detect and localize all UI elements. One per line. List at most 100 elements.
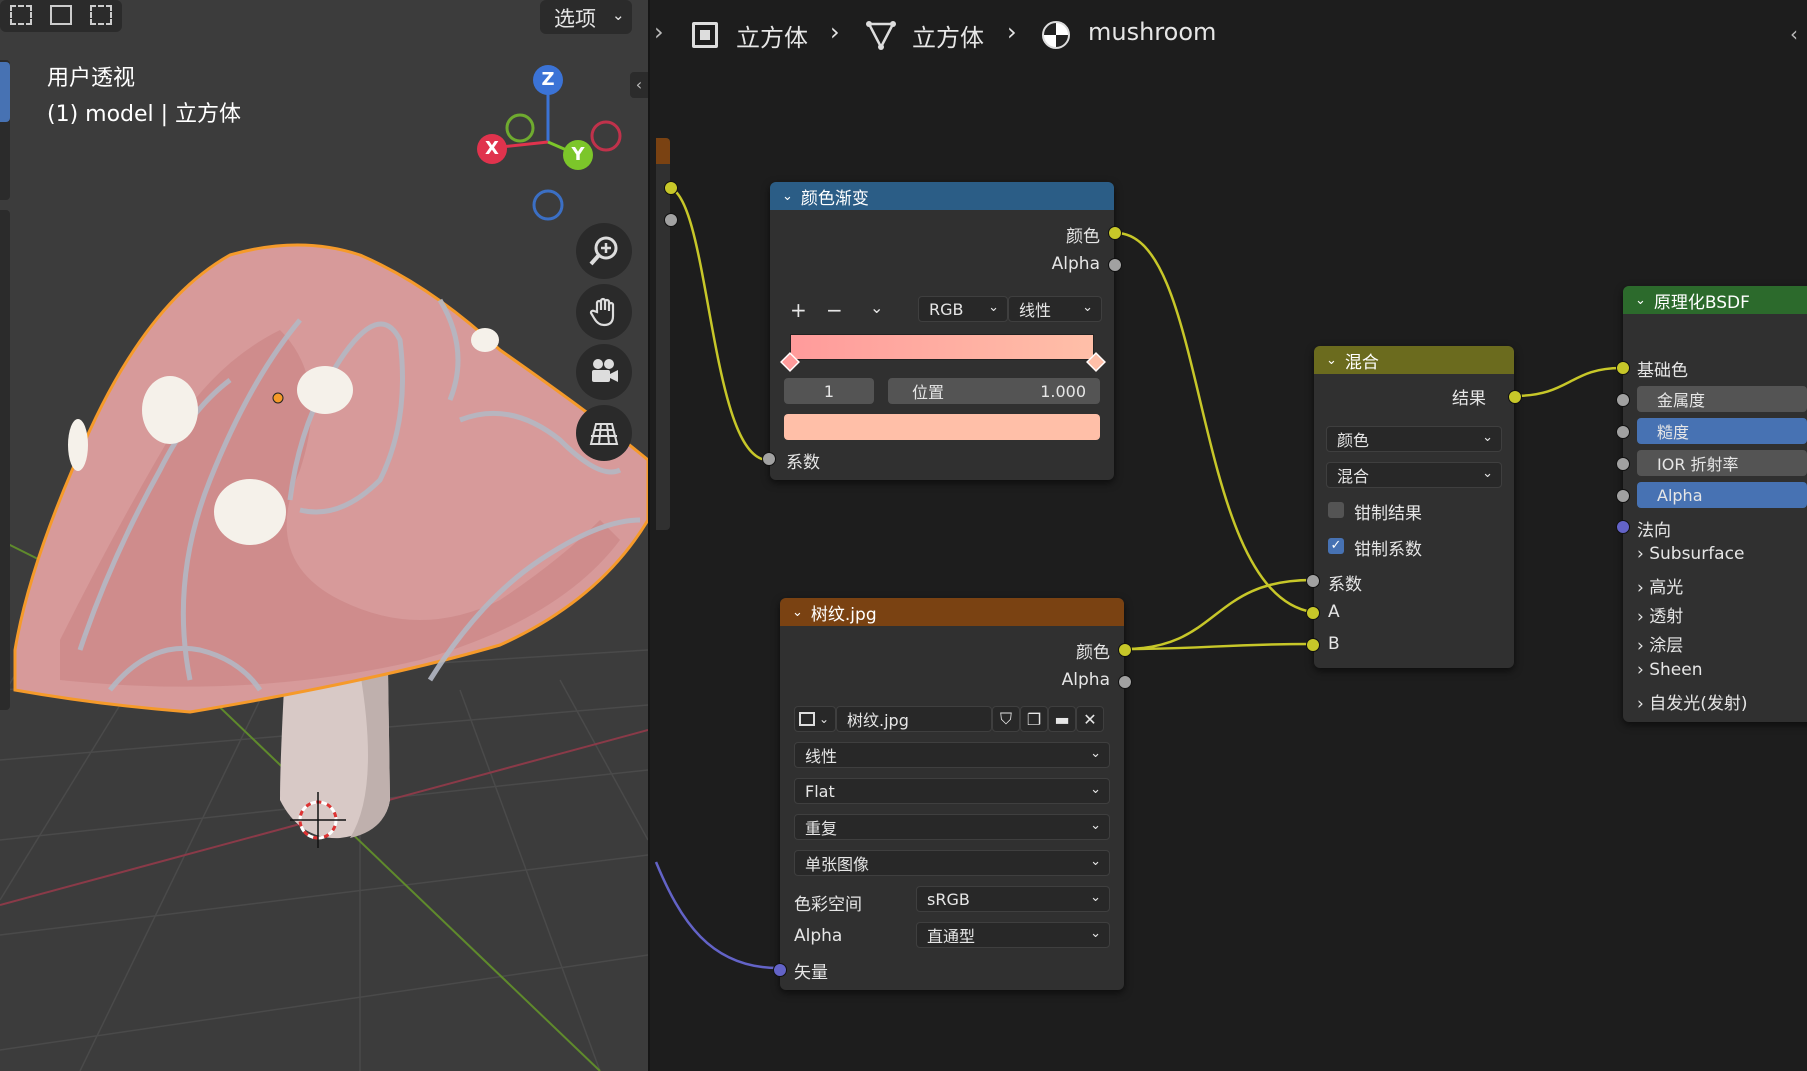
- stop-index-value: 1: [823, 381, 835, 401]
- mix-node[interactable]: ⌄ 混合 结果 颜色 ⌄ 混合 ⌄ 钳制结果 ✓ 钳制系数 系数 A B: [1314, 346, 1514, 668]
- alpha-mode-label: Alpha: [794, 926, 843, 946]
- chevron-right-icon: ›: [1637, 544, 1644, 564]
- offscreen-node-alpha-socket[interactable]: [664, 213, 678, 227]
- image-color-out-socket[interactable]: [1118, 643, 1132, 657]
- options-dropdown[interactable]: 选项 ⌄: [540, 0, 632, 34]
- data-type-select[interactable]: 颜色 ⌄: [1326, 426, 1502, 452]
- bsdf-ior-in-socket[interactable]: [1616, 457, 1630, 471]
- extension-select[interactable]: 重复 ⌄: [794, 814, 1110, 840]
- panel-transmission[interactable]: › 透射: [1637, 602, 1683, 627]
- open-folder-icon[interactable]: ▬: [1048, 706, 1076, 732]
- grid-view-icon[interactable]: [576, 405, 632, 461]
- bsdf-base-color-in-socket[interactable]: [1616, 361, 1630, 375]
- fake-user-shield-icon[interactable]: ⛉: [992, 706, 1020, 732]
- alpha-mode-value: 直通型: [927, 927, 976, 946]
- mix-header[interactable]: ⌄ 混合: [1314, 346, 1514, 374]
- interpolation-select[interactable]: 线性 ⌄: [794, 742, 1110, 768]
- metallic-field[interactable]: 金属度: [1637, 386, 1807, 412]
- chevron-down-icon: ⌄: [819, 712, 830, 726]
- select-subtract-icon[interactable]: [90, 5, 112, 25]
- image-browse-button[interactable]: ⌄: [794, 706, 836, 732]
- toolbar-strip-active[interactable]: [0, 62, 10, 122]
- color-ramp-bar[interactable]: [790, 334, 1094, 360]
- panel-sheen[interactable]: › Sheen: [1637, 660, 1702, 680]
- image-texture-node[interactable]: ⌄ 树纹.jpg 颜色 Alpha ⌄ 树纹.jpg ⛉ ❐ ▬ ✕ 线性 ⌄ F…: [780, 598, 1124, 990]
- select-new-icon[interactable]: [10, 5, 32, 25]
- image-alpha-out-socket[interactable]: [1118, 675, 1132, 689]
- position-value: 1.000: [1040, 381, 1086, 401]
- output-alpha-label: Alpha: [1051, 254, 1100, 274]
- collapse-chevron-icon[interactable]: ⌄: [792, 605, 803, 620]
- mix-factor-in-socket[interactable]: [1306, 574, 1320, 588]
- stop-index-field[interactable]: 1: [784, 378, 874, 404]
- select-mode-group: [0, 0, 122, 32]
- color-ramp-factor-in-socket[interactable]: [762, 452, 776, 466]
- hand-icon[interactable]: [576, 284, 632, 340]
- extension-value: 重复: [805, 819, 838, 838]
- bsdf-normal-in-socket[interactable]: [1616, 520, 1630, 534]
- alpha-mode-select[interactable]: 直通型 ⌄: [916, 922, 1110, 948]
- color-ramp-color-out-socket[interactable]: [1108, 226, 1122, 240]
- bsdf-header[interactable]: ⌄ 原理化BSDF: [1623, 286, 1807, 314]
- panel-emission[interactable]: › 自发光(发射): [1637, 689, 1747, 714]
- input-factor-label: 系数: [786, 453, 820, 473]
- source-select[interactable]: 单张图像 ⌄: [794, 850, 1110, 876]
- colorspace-select[interactable]: sRGB ⌄: [916, 886, 1110, 912]
- sidebar-toggle-icon[interactable]: ‹: [630, 72, 648, 98]
- panel-coat[interactable]: › 涂层: [1637, 631, 1683, 656]
- color-ramp-node[interactable]: ⌄ 颜色渐变 颜色 Alpha + − ⌄ RGB ⌄ 线性 ⌄ 1 位置 1.00…: [770, 182, 1114, 480]
- alpha-field[interactable]: Alpha: [1637, 482, 1807, 508]
- mix-a-in-socket[interactable]: [1306, 606, 1320, 620]
- ior-field[interactable]: IOR 折射率: [1637, 450, 1807, 476]
- stop-position-field[interactable]: 位置 1.000: [888, 378, 1100, 404]
- panel-specular[interactable]: › 高光: [1637, 573, 1683, 598]
- chevron-down-icon: ⌄: [612, 6, 625, 24]
- node-editor[interactable]: › 立方体 › 立方体 › mushroom ‹ ⌄ 颜色渐变 颜色 Alpha…: [650, 0, 1807, 1071]
- ior-label: IOR 折射率: [1657, 455, 1739, 474]
- image-name-field[interactable]: 树纹.jpg: [836, 706, 992, 732]
- duplicate-image-icon[interactable]: ❐: [1020, 706, 1048, 732]
- gizmo-x-axis[interactable]: X: [477, 134, 507, 164]
- select-extend-icon[interactable]: [50, 5, 72, 25]
- toolbar-strip-lower[interactable]: [0, 210, 10, 710]
- bsdf-roughness-in-socket[interactable]: [1616, 425, 1630, 439]
- zoom-icon[interactable]: [576, 223, 632, 279]
- add-stop-icon[interactable]: +: [790, 298, 807, 322]
- panel-subsurface[interactable]: › Subsurface: [1637, 544, 1744, 564]
- clamp-factor-checkbox[interactable]: ✓: [1328, 538, 1344, 554]
- camera-icon[interactable]: [576, 344, 632, 400]
- principled-bsdf-node[interactable]: ⌄ 原理化BSDF 基础色 金属度 糙度 IOR 折射率 Alpha 法向 › …: [1623, 286, 1807, 722]
- ramp-menu-chevron-icon[interactable]: ⌄: [870, 298, 883, 317]
- roughness-field[interactable]: 糙度: [1637, 418, 1807, 444]
- image-texture-header[interactable]: ⌄ 树纹.jpg: [780, 598, 1124, 626]
- remove-stop-icon[interactable]: −: [826, 298, 843, 322]
- colorspace-value: sRGB: [927, 889, 970, 909]
- clamp-result-checkbox[interactable]: [1328, 502, 1344, 518]
- bsdf-alpha-in-socket[interactable]: [1616, 489, 1630, 503]
- projection-select[interactable]: Flat ⌄: [794, 778, 1110, 804]
- collapse-chevron-icon[interactable]: ⌄: [782, 189, 793, 204]
- collapse-chevron-icon[interactable]: ⌄: [1635, 293, 1646, 308]
- 3d-viewport[interactable]: Z X Y 选项 ⌄ 用户透视 (1) model | 立方体 ‹: [0, 0, 648, 1071]
- gizmo-y-axis[interactable]: Y: [563, 140, 593, 170]
- input-b-label: B: [1328, 634, 1340, 654]
- mix-b-in-socket[interactable]: [1306, 638, 1320, 652]
- mix-result-out-socket[interactable]: [1508, 390, 1522, 404]
- offscreen-node[interactable]: [656, 138, 670, 530]
- image-name-value: 树纹.jpg: [847, 711, 909, 730]
- color-mode-select[interactable]: RGB ⌄: [918, 296, 1008, 322]
- blend-mode-select[interactable]: 混合 ⌄: [1326, 462, 1502, 488]
- roughness-label: 糙度: [1657, 423, 1690, 442]
- stop-color-swatch[interactable]: [784, 414, 1100, 440]
- color-ramp-header[interactable]: ⌄ 颜色渐变: [770, 182, 1114, 210]
- color-ramp-alpha-out-socket[interactable]: [1108, 258, 1122, 272]
- interpolation-select[interactable]: 线性 ⌄: [1008, 296, 1102, 322]
- chevron-right-icon: ›: [1637, 660, 1644, 680]
- collapse-chevron-icon[interactable]: ⌄: [1326, 353, 1337, 368]
- bsdf-metallic-in-socket[interactable]: [1616, 393, 1630, 407]
- unlink-image-close-icon[interactable]: ✕: [1076, 706, 1104, 732]
- gizmo-z-axis[interactable]: Z: [533, 65, 563, 95]
- image-vector-in-socket[interactable]: [773, 963, 787, 977]
- metallic-label: 金属度: [1657, 391, 1706, 410]
- offscreen-node-color-socket[interactable]: [664, 181, 678, 195]
